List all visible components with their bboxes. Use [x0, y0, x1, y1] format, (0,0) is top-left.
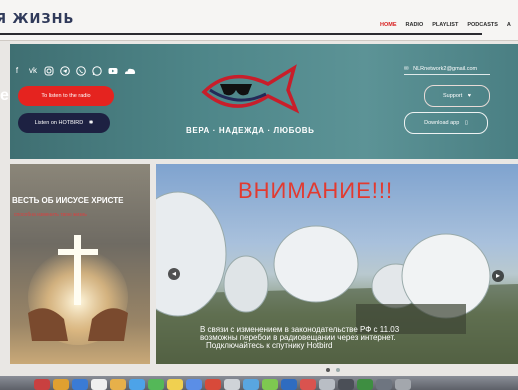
support-label: Support — [442, 93, 463, 99]
email-text: NLRnetwork2@gmail.com — [413, 66, 478, 72]
dock-apps — [34, 379, 411, 390]
download-label: Download app — [424, 120, 460, 126]
slide-caption: В связи с изменением в законодательстве … — [200, 326, 472, 350]
caption-line-3: Подключайтесь к спутнику Hotbird — [206, 341, 333, 350]
listen-hotbird-label: Listen on HOTBIRD — [34, 120, 84, 126]
dock-app-icon[interactable] — [53, 379, 69, 390]
support-button[interactable]: Support ♥ — [424, 85, 490, 107]
vk-icon[interactable]: vk — [28, 66, 38, 76]
facebook-icon[interactable]: f — [12, 66, 22, 76]
slider-dot-1[interactable] — [326, 368, 330, 372]
dock-app-icon[interactable] — [376, 379, 392, 390]
dock-app-icon[interactable] — [167, 379, 183, 390]
viber-icon[interactable] — [76, 66, 86, 76]
soundcloud-icon[interactable] — [124, 66, 136, 76]
email-underline — [404, 74, 490, 75]
dock-app-icon[interactable] — [91, 379, 107, 390]
dock-app-icon[interactable] — [129, 379, 145, 390]
dock-app-icon[interactable] — [281, 379, 297, 390]
slider-prev-arrow[interactable]: ◂ — [168, 268, 180, 280]
listen-radio-label: To listen to the radio — [41, 93, 91, 99]
social-links: f vk — [12, 66, 136, 76]
dock-app-icon[interactable] — [34, 379, 50, 390]
dock-app-icon[interactable] — [224, 379, 240, 390]
cutoff-letter: e — [0, 87, 9, 104]
fish-glasses-logo — [201, 64, 300, 114]
nav-item-radio[interactable]: RADIO — [406, 22, 424, 28]
phone-icon: ▯ — [464, 120, 468, 126]
whatsapp-icon[interactable] — [92, 66, 102, 76]
promo-title: ВЕСТЬ ОБ ИИСУСЕ ХРИСТЕ — [12, 196, 124, 205]
satellite-icon: ✱ — [88, 120, 94, 126]
dock-app-icon[interactable] — [148, 379, 164, 390]
download-app-button[interactable]: Download app ▯ — [404, 112, 488, 134]
nav-item-playlist[interactable]: PLAYLIST — [432, 22, 458, 28]
slider-dots — [326, 368, 340, 372]
contact-email[interactable]: ✉ NLRnetwork2@gmail.com — [404, 66, 477, 72]
heart-icon: ♥ — [467, 93, 472, 99]
nav-item-cutoff[interactable]: A — [507, 22, 511, 28]
listen-hotbird-button[interactable]: Listen on HOTBIRD ✱ — [18, 113, 110, 133]
telegram-icon[interactable] — [60, 66, 70, 76]
youtube-icon[interactable] — [108, 66, 118, 76]
nav-divider — [0, 33, 482, 35]
dock-app-icon[interactable] — [186, 379, 202, 390]
nav-item-podcasts[interactable]: PODCASTS — [467, 22, 498, 28]
site-logo-text[interactable]: Я ЖИЗНЬ — [0, 12, 74, 27]
dock-app-icon[interactable] — [300, 379, 316, 390]
dock-app-icon[interactable] — [357, 379, 373, 390]
cross-hands-illustration — [28, 235, 128, 345]
dock-app-icon[interactable] — [110, 379, 126, 390]
dock-app-icon[interactable] — [395, 379, 411, 390]
site-tagline: ВЕРА · НАДЕЖДА · ЛЮБОВЬ — [186, 126, 315, 135]
instagram-icon[interactable] — [44, 66, 54, 76]
slide-headline: ВНИМАНИЕ!!! — [238, 178, 394, 203]
dock-app-icon[interactable] — [205, 379, 221, 390]
slider-next-arrow[interactable]: ▸ — [492, 270, 504, 282]
nav-item-home[interactable]: HOME — [380, 22, 397, 28]
monitor-screen: Я ЖИЗНЬ HOME RADIO PLAYLIST PODCASTS A e… — [0, 0, 518, 390]
dock-app-icon[interactable] — [338, 379, 354, 390]
dock-app-icon[interactable] — [72, 379, 88, 390]
listen-radio-button[interactable]: To listen to the radio — [18, 86, 114, 106]
slider-dot-2[interactable] — [336, 368, 340, 372]
dock-app-icon[interactable] — [262, 379, 278, 390]
dock-app-icon[interactable] — [243, 379, 259, 390]
dock-app-icon[interactable] — [319, 379, 335, 390]
top-navigation-bar: Я ЖИЗНЬ HOME RADIO PLAYLIST PODCASTS A — [0, 0, 518, 41]
mail-icon: ✉ — [404, 66, 409, 72]
promo-subtitle: способна изменить твою жизнь — [14, 212, 87, 218]
main-menu: HOME RADIO PLAYLIST PODCASTS A — [380, 22, 511, 28]
